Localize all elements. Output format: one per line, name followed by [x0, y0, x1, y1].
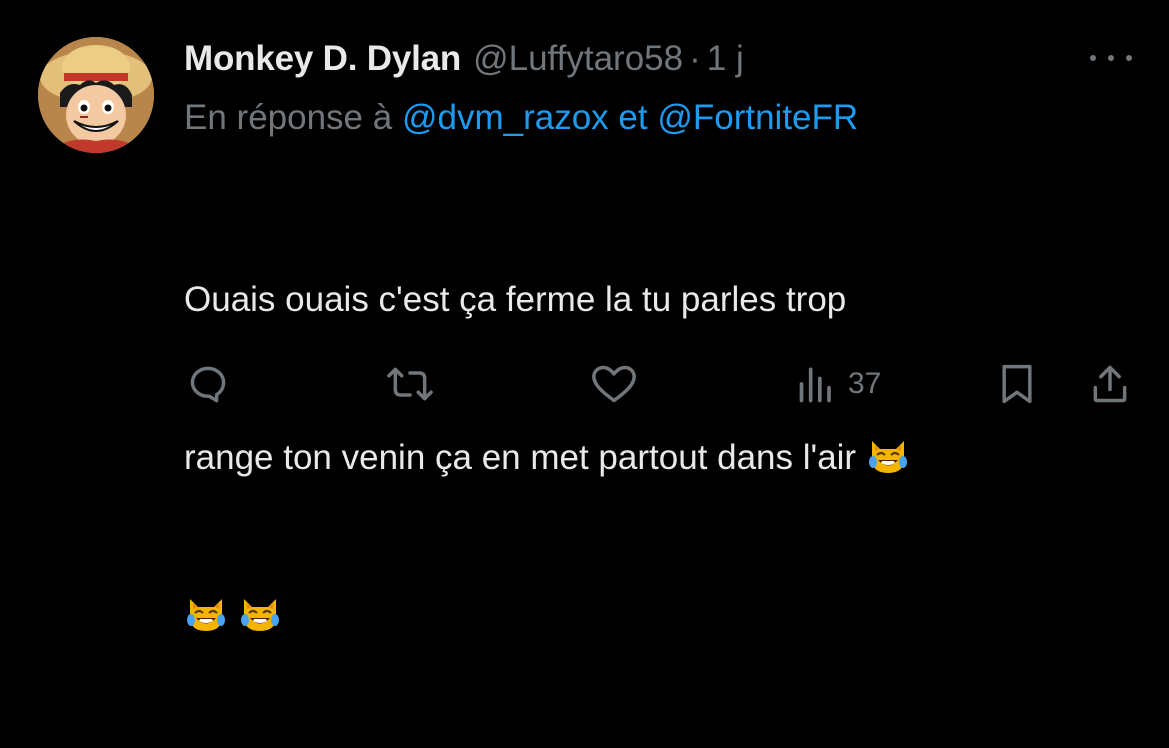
more-dot [1126, 55, 1132, 61]
luffy-avatar-icon [38, 37, 154, 153]
heart-icon [592, 365, 636, 403]
bookmark-icon [1002, 364, 1032, 404]
views-icon [799, 367, 831, 403]
views-button[interactable]: 37 [796, 358, 881, 410]
separator-dot: · [689, 39, 701, 78]
tweet-text-line-2: range ton venin ça en met partout dans l… [184, 438, 857, 477]
like-button[interactable] [590, 358, 638, 410]
reply-prefix: En réponse à [184, 98, 393, 137]
cat-tears-of-joy-icon [241, 599, 279, 631]
reply-conjunction: et [618, 98, 648, 137]
cat-tears-of-joy-icon [868, 441, 907, 473]
mention-link[interactable]: @dvm_razox [402, 98, 609, 137]
tweet[interactable]: Monkey D. Dylan @Luffytaro58 · 1 j En ré… [0, 0, 1169, 631]
tweet-text-line-1: Ouais ouais c'est ça ferme la tu parles … [184, 280, 847, 319]
views-count: 37 [848, 367, 882, 400]
retweet-icon [387, 367, 433, 401]
bookmark-button[interactable] [996, 358, 1038, 410]
tweet-header: Monkey D. Dylan @Luffytaro58 · 1 j [184, 36, 744, 82]
display-name[interactable]: Monkey D. Dylan [184, 36, 461, 82]
tweet-text-line [184, 590, 1144, 644]
retweet-button[interactable] [386, 358, 434, 410]
avatar[interactable] [38, 37, 154, 153]
tweet-text-line: range ton venin ça en met partout dans l… [184, 432, 1144, 486]
user-handle[interactable]: @Luffytaro58 [473, 36, 683, 82]
cat-tears-of-joy-icon [187, 599, 225, 631]
tweet-actions: 37 [0, 358, 1169, 410]
more-dot [1108, 55, 1114, 61]
more-dot [1090, 55, 1096, 61]
share-icon [1093, 365, 1127, 403]
reply-button[interactable] [186, 358, 230, 410]
timestamp[interactable]: 1 j [707, 36, 744, 82]
reply-context: En réponse à @dvm_razox et @FortniteFR [184, 95, 858, 141]
mention-link[interactable]: @FortniteFR [657, 98, 858, 137]
share-button[interactable] [1088, 358, 1132, 410]
tweet-text-line: Ouais ouais c'est ça ferme la tu parles … [184, 274, 1144, 328]
reply-icon [190, 366, 226, 403]
tweet-text: Ouais ouais c'est ça ferme la tu parles … [184, 170, 1144, 748]
more-options-icon[interactable] [1090, 48, 1132, 68]
